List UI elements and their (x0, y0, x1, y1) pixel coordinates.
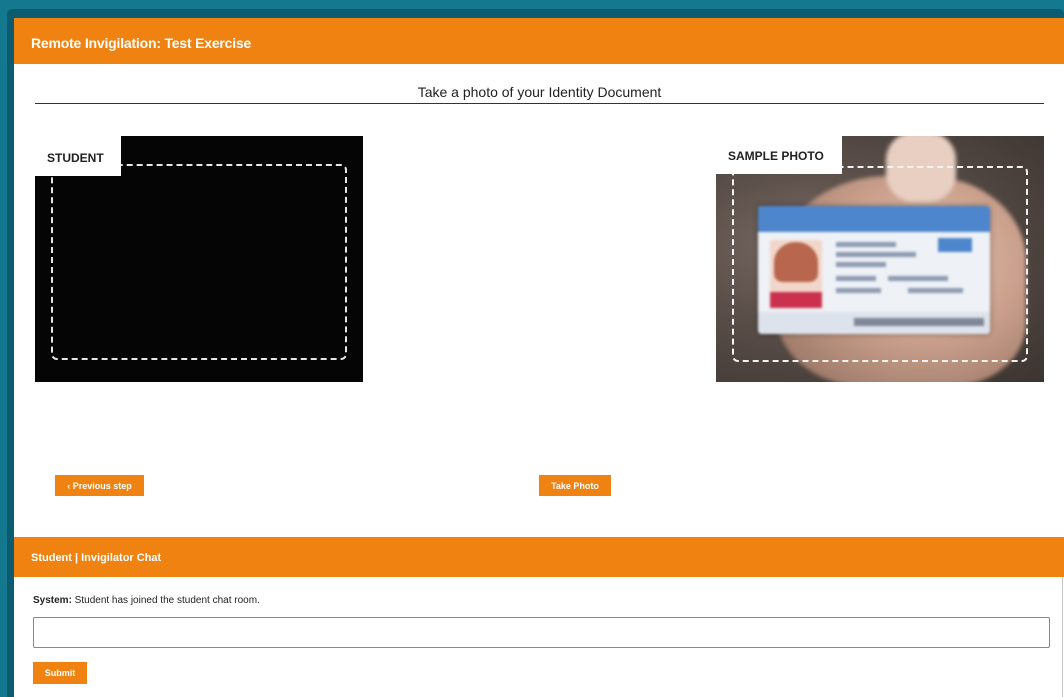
title-bar: Remote Invigilation: Test Exercise (14, 18, 1064, 64)
sample-photo-label: SAMPLE PHOTO (716, 136, 842, 174)
page-title: Remote Invigilation: Test Exercise (31, 35, 252, 51)
chat-message-sender: System: (33, 595, 72, 606)
student-camera-feed: STUDENT (35, 136, 363, 382)
main-panel: Remote Invigilation: Test Exercise Take … (14, 18, 1064, 697)
chat-input[interactable] (33, 617, 1050, 648)
submit-button[interactable]: Submit (33, 662, 87, 684)
take-photo-button[interactable]: Take Photo (539, 475, 611, 496)
chat-panel: System: Student has joined the student c… (14, 577, 1063, 697)
step-heading: Take a photo of your Identity Document (35, 84, 1044, 104)
student-label: STUDENT (35, 136, 121, 176)
chat-title: Student | Invigilator Chat (31, 552, 162, 564)
previous-step-button[interactable]: ‹ Previous step (55, 475, 144, 496)
sample-photo: SAMPLE PHOTO (716, 136, 1044, 382)
chat-message: System: Student has joined the student c… (33, 595, 260, 606)
document-guide-frame (51, 164, 347, 360)
step-heading-wrap: Take a photo of your Identity Document (35, 84, 1044, 104)
sample-guide-frame (732, 166, 1028, 362)
chat-header: Student | Invigilator Chat (14, 537, 1064, 577)
chat-message-text: Student has joined the student chat room… (71, 595, 260, 606)
